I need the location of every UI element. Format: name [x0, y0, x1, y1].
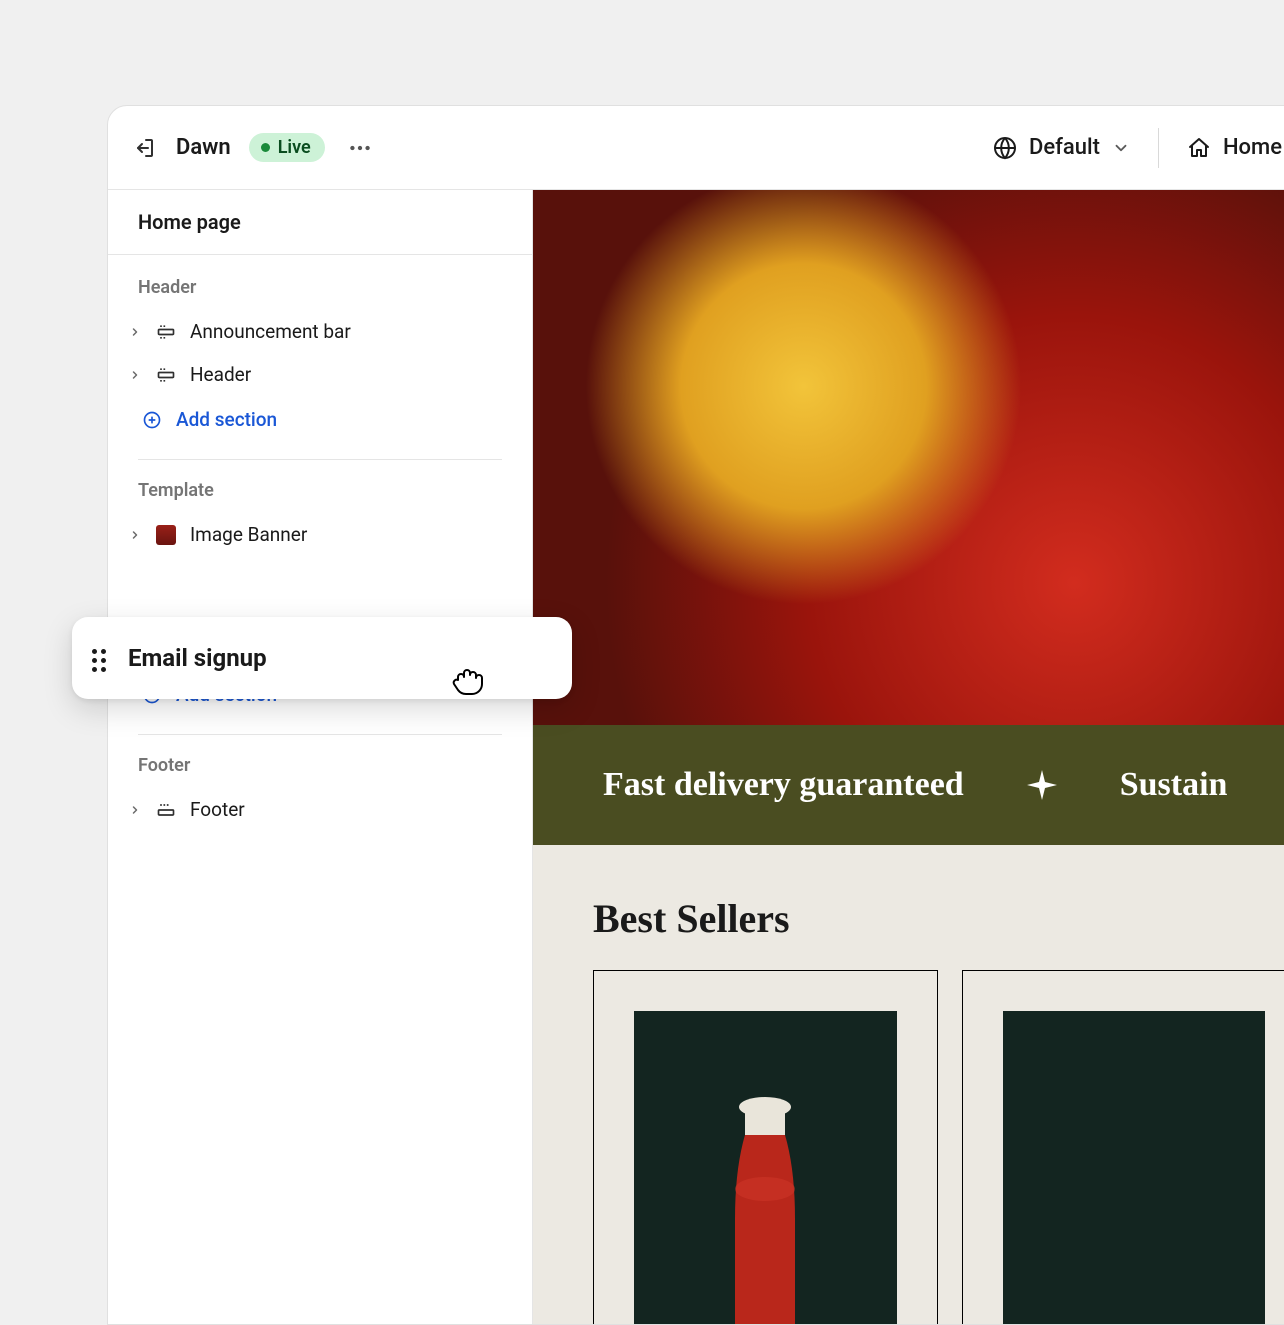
group-label-footer: Footer	[108, 751, 532, 788]
ticker-item: Fast delivery guaranteed	[603, 766, 964, 804]
page-title: Home page	[108, 190, 532, 255]
thumbnail-icon	[156, 525, 176, 545]
section-label: Image Banner	[190, 523, 307, 546]
drag-handle-icon[interactable]	[92, 649, 110, 667]
ticker-item: Sustain	[1120, 766, 1228, 804]
section-label: Header	[190, 363, 251, 386]
chevron-right-icon	[128, 369, 142, 381]
divider	[138, 459, 502, 460]
locale-selector[interactable]: Default	[993, 135, 1130, 160]
topbar: Dawn Live Default Home	[108, 106, 1284, 190]
group-label-header: Header	[108, 255, 532, 310]
chevron-down-icon	[1112, 139, 1130, 157]
home-icon	[1187, 136, 1211, 160]
divider	[138, 734, 502, 735]
product-card[interactable]	[593, 970, 938, 1324]
chevron-right-icon	[128, 804, 142, 816]
exit-icon[interactable]	[132, 136, 156, 160]
page-selector[interactable]: Home	[1187, 135, 1282, 160]
dragging-section-label: Email signup	[128, 644, 267, 672]
grab-cursor-icon	[450, 660, 486, 696]
chevron-right-icon	[128, 326, 142, 338]
section-announcement-bar[interactable]: Announcement bar	[108, 310, 532, 353]
preview-canvas[interactable]: Fast delivery guaranteed Sustain Best Se…	[533, 190, 1284, 1324]
section-image-banner[interactable]: Image Banner	[108, 513, 532, 556]
more-menu-button[interactable]	[347, 135, 373, 161]
section-icon	[156, 322, 176, 342]
editor-window: Dawn Live Default Home	[107, 105, 1284, 1325]
sections-sidebar: Home page Header Announcement bar Head	[108, 190, 533, 1324]
section-label: Announcement bar	[190, 320, 351, 343]
plus-circle-icon	[142, 410, 162, 430]
divider	[1158, 128, 1159, 168]
add-section-header[interactable]: Add section	[108, 396, 532, 443]
preview-hero-image: Fast delivery guaranteed Sustain	[533, 190, 1284, 845]
chevron-right-icon	[128, 529, 142, 541]
theme-name: Dawn	[176, 135, 231, 160]
section-header[interactable]: Header	[108, 353, 532, 396]
status-dot-icon	[261, 143, 270, 152]
page-selector-label: Home	[1223, 135, 1282, 160]
product-image	[634, 1011, 897, 1324]
preview-ticker: Fast delivery guaranteed Sustain	[533, 725, 1284, 845]
section-label: Footer	[190, 798, 245, 821]
locale-label: Default	[1029, 135, 1100, 160]
globe-icon	[993, 136, 1017, 160]
product-image	[1003, 1011, 1266, 1324]
add-section-label: Add section	[176, 408, 277, 431]
preview-section-title: Best Sellers	[533, 845, 1284, 970]
dragging-section-chip[interactable]: Email signup	[72, 617, 572, 699]
section-icon	[156, 800, 176, 820]
section-footer[interactable]: Footer	[108, 788, 532, 831]
section-icon	[156, 365, 176, 385]
status-badge: Live	[249, 133, 325, 162]
editor-body: Home page Header Announcement bar Head	[108, 190, 1284, 1324]
group-label-template: Template	[108, 476, 532, 513]
preview-product-grid	[533, 970, 1284, 1324]
status-badge-label: Live	[278, 137, 311, 158]
sparkle-icon	[1024, 767, 1060, 803]
product-card[interactable]	[962, 970, 1284, 1324]
